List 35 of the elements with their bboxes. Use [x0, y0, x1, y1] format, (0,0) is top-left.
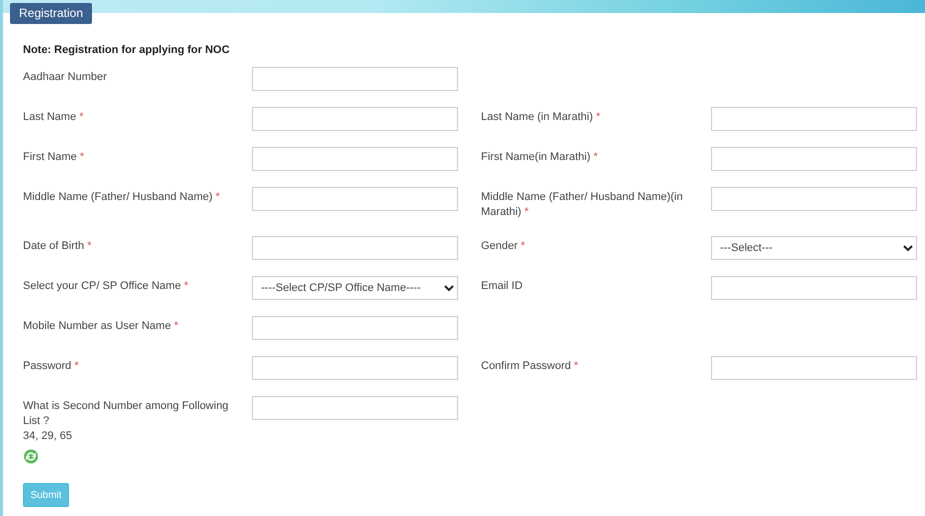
input-field[interactable] [711, 356, 917, 380]
input-field[interactable] [252, 187, 458, 211]
chevron-down-icon [903, 244, 913, 252]
field-label: Aadhaar Number [23, 71, 107, 83]
field-label: Confirm Password * [481, 360, 578, 372]
field-label: Last Name * [23, 111, 84, 123]
dropdown[interactable]: ---Select--- [711, 236, 917, 260]
field-label: Select your CP/ SP Office Name * [23, 280, 188, 292]
input-field[interactable] [711, 107, 917, 131]
field-label: First Name(in Marathi) * [481, 151, 598, 163]
dropdown[interactable]: ----Select CP/SP Office Name---- [252, 276, 458, 300]
note-text: Note: Registration for applying for NOC [23, 43, 231, 57]
input-field[interactable] [252, 236, 458, 260]
field-label: Date of Birth * [23, 240, 92, 252]
field-label: Middle Name (Father/ Husband Name)(in Marathi) * [481, 191, 683, 218]
input-field[interactable] [711, 147, 917, 171]
field-label: Last Name (in Marathi) * [481, 111, 600, 123]
field-label: Gender * [481, 240, 526, 252]
input-field[interactable] [252, 396, 458, 420]
refresh-icon[interactable] [23, 449, 39, 464]
field-label: Password * [23, 360, 79, 372]
input-field[interactable] [711, 276, 917, 300]
field-label: Email ID [481, 280, 523, 292]
field-label: First Name * [23, 151, 84, 163]
captcha-question: What is Second Number among Following List ? [23, 399, 230, 429]
captcha-numbers: 34, 29, 65 [23, 429, 73, 444]
chevron-down-icon [444, 284, 454, 292]
input-field[interactable] [711, 187, 917, 211]
field-label: Mobile Number as User Name * [23, 320, 178, 332]
field-label: Middle Name (Father/ Husband Name) * [23, 191, 220, 203]
input-field[interactable] [252, 67, 458, 91]
input-field[interactable] [252, 107, 458, 131]
input-field[interactable] [252, 316, 458, 340]
input-field[interactable] [252, 356, 458, 380]
input-field[interactable] [252, 147, 458, 171]
